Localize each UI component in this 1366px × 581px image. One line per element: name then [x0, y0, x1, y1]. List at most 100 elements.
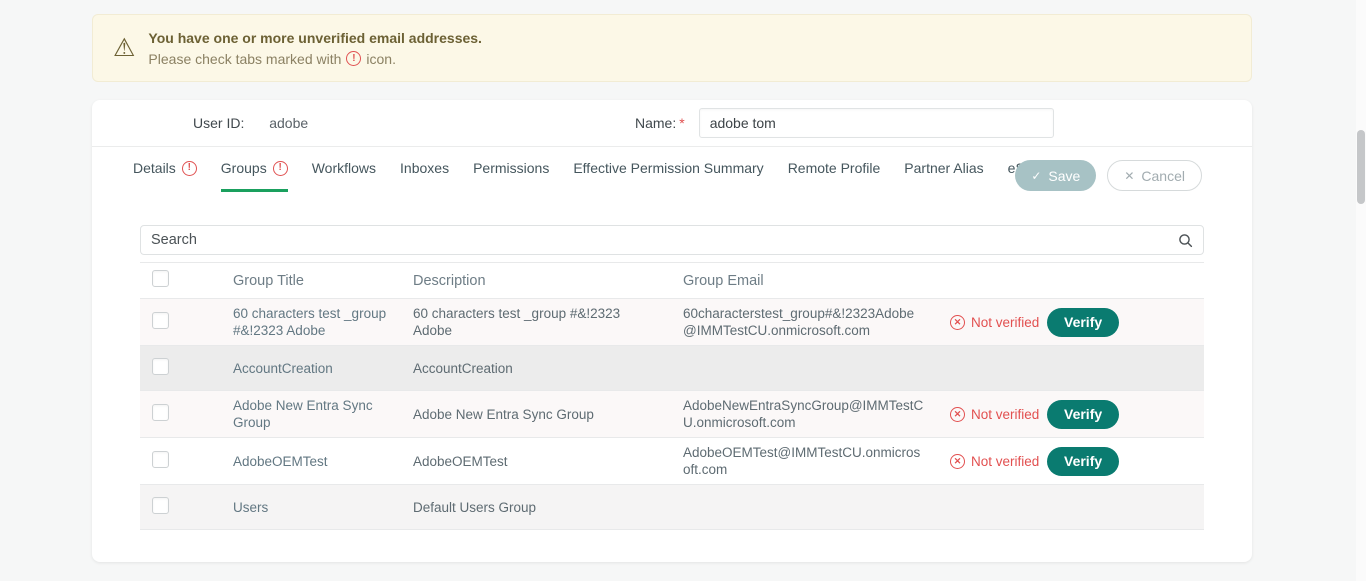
name-field: Name:* [635, 108, 1054, 138]
group-email-cell [670, 362, 937, 374]
group-email-cell: 60characterstest_group#&!2323Adobe@IMMTe… [670, 299, 937, 345]
row-checkbox-cell [140, 445, 220, 478]
alert-icon: ! [273, 161, 288, 176]
group-email-cell: AdobeNewEntraSyncGroup@IMMTestCU.onmicro… [670, 391, 937, 437]
verification-status: ✕ Not verified [937, 447, 1047, 476]
required-asterisk: * [679, 115, 684, 131]
tab-label: Workflows [312, 160, 376, 176]
banner-subtitle: Please check tabs marked with ! icon. [148, 51, 482, 67]
row-checkbox[interactable] [152, 451, 169, 468]
scrollbar-thumb[interactable] [1357, 130, 1365, 204]
banner-subtitle-suffix: icon. [366, 51, 396, 67]
verification-status [937, 501, 1047, 513]
exclamation-circle-icon: ! [346, 51, 361, 66]
group-title-cell: AccountCreation [220, 354, 400, 383]
not-verified-label: Not verified [971, 406, 1039, 423]
row-checkbox-cell [140, 398, 220, 431]
header-checkbox-cell [140, 270, 220, 291]
verify-cell [1047, 362, 1204, 374]
tab-details[interactable]: Details ! [133, 147, 197, 192]
banner-title: You have one or more unverified email ad… [148, 30, 482, 46]
check-icon: ✓ [1031, 170, 1041, 182]
verify-cell: Verify [1047, 302, 1204, 343]
user-id-value: adobe [269, 115, 308, 131]
user-id-label: User ID: [193, 115, 244, 131]
tab-label: Groups [221, 160, 267, 176]
group-title-cell: Users [220, 493, 400, 522]
description-cell: AccountCreation [400, 354, 670, 383]
verify-button[interactable]: Verify [1047, 400, 1119, 429]
tab-workflows[interactable]: Workflows [312, 147, 376, 192]
tab-effective-permission-summary[interactable]: Effective Permission Summary [573, 147, 763, 192]
table-body: 60 characters test _group #&!2323 Adobe … [140, 299, 1204, 530]
search-icon [1178, 233, 1193, 248]
cancel-button[interactable]: ✕ Cancel [1107, 160, 1202, 191]
save-button[interactable]: ✓ Save [1015, 160, 1096, 191]
verify-cell: Verify [1047, 394, 1204, 435]
alert-icon: ! [182, 161, 197, 176]
name-input[interactable] [699, 108, 1054, 138]
group-title-cell: AdobeOEMTest [220, 447, 400, 476]
tab-partner-alias[interactable]: Partner Alias [904, 147, 983, 192]
tab-label: Inboxes [400, 160, 449, 176]
description-cell: Default Users Group [400, 493, 670, 522]
user-detail-card: User ID: adobe Name:* Details ! Groups !… [92, 100, 1252, 562]
tab-remote-profile[interactable]: Remote Profile [788, 147, 881, 192]
tab-label: Remote Profile [788, 160, 881, 176]
table-row: AdobeOEMTest AdobeOEMTest AdobeOEMTest@I… [140, 438, 1204, 485]
verify-button[interactable]: Verify [1047, 447, 1119, 476]
close-icon: ✕ [1124, 170, 1134, 182]
tab-permissions[interactable]: Permissions [473, 147, 549, 192]
verify-button[interactable]: Verify [1047, 308, 1119, 337]
row-checkbox[interactable] [152, 312, 169, 329]
verify-cell [1047, 501, 1204, 513]
tab-label: Partner Alias [904, 160, 983, 176]
tab-label: Details [133, 160, 176, 176]
group-title-cell: 60 characters test _group #&!2323 Adobe [220, 299, 400, 345]
not-verified-icon: ✕ [950, 454, 965, 469]
tab-label: Permissions [473, 160, 549, 176]
banner-text: You have one or more unverified email ad… [148, 30, 482, 67]
action-buttons: ✓ Save ✕ Cancel [1015, 160, 1202, 191]
groups-table: Group Title Description Group Email 60 c… [140, 262, 1204, 530]
scrollbar-track[interactable] [1356, 0, 1366, 581]
tabs: Details ! Groups ! Workflows Inboxes Per… [133, 147, 1083, 192]
search-box [140, 225, 1204, 255]
table-row: 60 characters test _group #&!2323 Adobe … [140, 299, 1204, 346]
tab-inboxes[interactable]: Inboxes [400, 147, 449, 192]
column-group-email: Group Email [670, 273, 937, 289]
select-all-checkbox[interactable] [152, 270, 169, 287]
group-title-cell: Adobe New Entra Sync Group [220, 391, 400, 437]
warning-triangle-icon: ⚠ [113, 36, 135, 61]
table-row: Users Default Users Group [140, 485, 1204, 530]
not-verified-icon: ✕ [950, 407, 965, 422]
tab-label: Effective Permission Summary [573, 160, 763, 176]
user-id-field: User ID: adobe [193, 115, 308, 131]
group-email-cell [670, 501, 937, 513]
warning-banner: ⚠ You have one or more unverified email … [92, 14, 1252, 82]
not-verified-icon: ✕ [950, 315, 965, 330]
table-row: AccountCreation AccountCreation [140, 346, 1204, 391]
description-cell: 60 characters test _group #&!2323 Adobe [400, 299, 670, 345]
card-header: User ID: adobe Name:* [92, 100, 1252, 147]
column-description: Description [400, 273, 670, 289]
row-checkbox[interactable] [152, 358, 169, 375]
name-label: Name:* [635, 115, 685, 131]
description-cell: AdobeOEMTest [400, 447, 670, 476]
search-input[interactable] [141, 226, 1203, 254]
banner-subtitle-prefix: Please check tabs marked with [148, 51, 341, 67]
table-row: Adobe New Entra Sync Group Adobe New Ent… [140, 391, 1204, 438]
row-checkbox-cell [140, 352, 220, 385]
row-checkbox-cell [140, 306, 220, 339]
tab-groups[interactable]: Groups ! [221, 147, 288, 192]
not-verified-label: Not verified [971, 314, 1039, 331]
row-checkbox[interactable] [152, 497, 169, 514]
table-header: Group Title Description Group Email [140, 263, 1204, 299]
column-group-title: Group Title [220, 273, 400, 289]
not-verified-label: Not verified [971, 453, 1039, 470]
row-checkbox[interactable] [152, 404, 169, 421]
tabs-row: Details ! Groups ! Workflows Inboxes Per… [92, 147, 1252, 192]
verification-status: ✕ Not verified [937, 400, 1047, 429]
verification-status: ✕ Not verified [937, 308, 1047, 337]
description-cell: Adobe New Entra Sync Group [400, 400, 670, 429]
